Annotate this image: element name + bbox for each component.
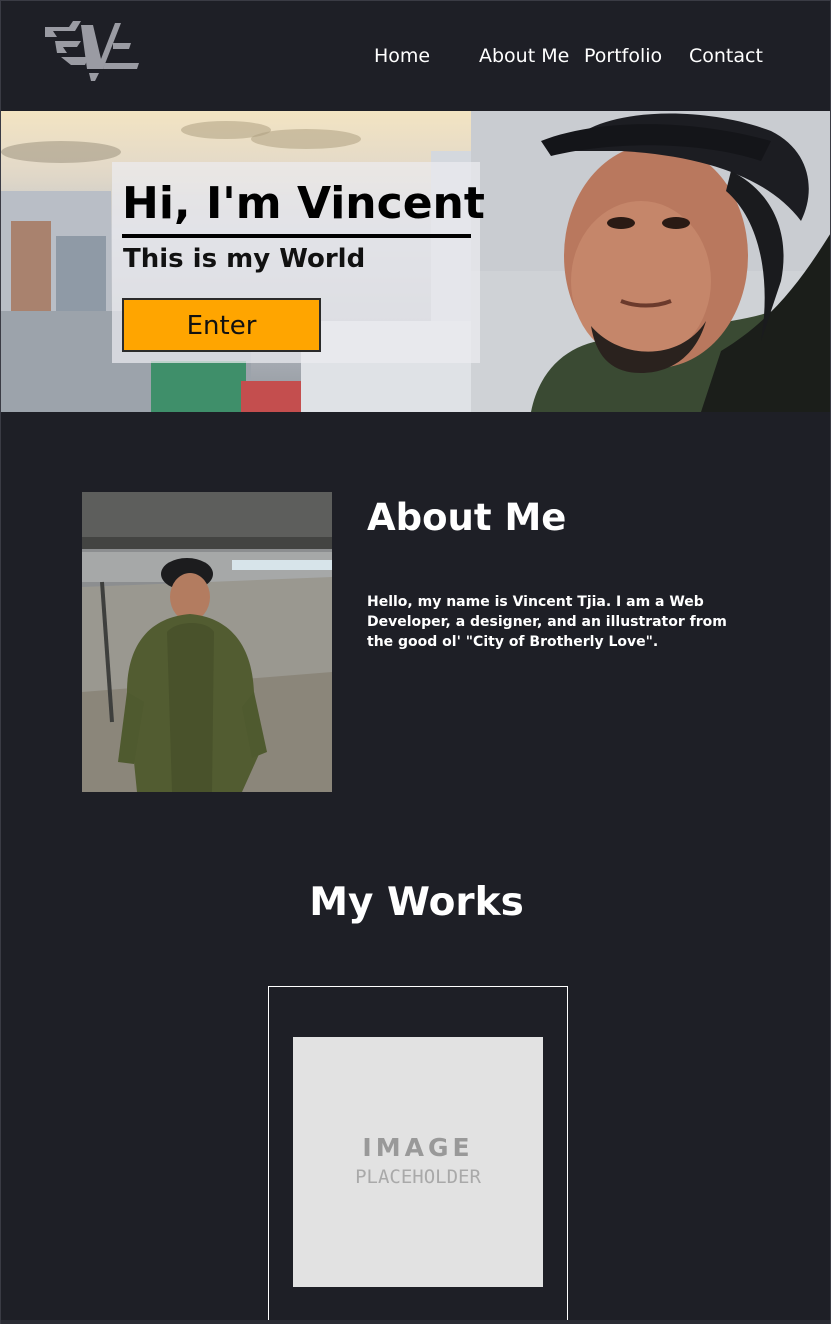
nav-contact[interactable]: Contact	[689, 41, 763, 71]
about-photo	[82, 492, 332, 792]
page: Home About Me Portfolio Contact Hi, I'm …	[0, 0, 831, 1324]
nav-home[interactable]: Home	[374, 41, 430, 71]
hero-subtitle: This is my World	[123, 244, 366, 274]
works-title: My Works	[309, 880, 524, 925]
hero-building	[11, 221, 51, 321]
hero-rooftop	[151, 361, 246, 412]
hero-building	[56, 236, 106, 316]
hero-banner: Hi, I'm Vincent This is my World Enter	[1, 111, 830, 412]
page-bottom-edge	[1, 1320, 830, 1324]
nav-portfolio[interactable]: Portfolio	[584, 41, 662, 71]
image-placeholder: IMAGE PLACEHOLDER	[293, 1037, 543, 1287]
hero-cloud-shape	[1, 141, 121, 163]
hero-portrait-photo	[471, 111, 830, 412]
nav-about-me[interactable]: About Me	[479, 41, 569, 71]
hero-title: Hi, I'm Vincent	[122, 178, 485, 229]
enter-button[interactable]: Enter	[122, 298, 321, 352]
main-nav: Home About Me Portfolio Contact	[1, 41, 830, 71]
hero-cloud-shape	[251, 129, 361, 149]
site-header: Home About Me Portfolio Contact	[1, 0, 830, 111]
hero-title-underline	[122, 234, 471, 238]
about-description: Hello, my name is Vincent Tjia. I am a W…	[367, 594, 727, 650]
about-title: About Me	[367, 496, 567, 539]
placeholder-label-placeholder: PLACEHOLDER	[355, 1166, 481, 1188]
work-card[interactable]: IMAGE PLACEHOLDER	[268, 986, 568, 1324]
placeholder-label-image: IMAGE	[362, 1133, 474, 1162]
